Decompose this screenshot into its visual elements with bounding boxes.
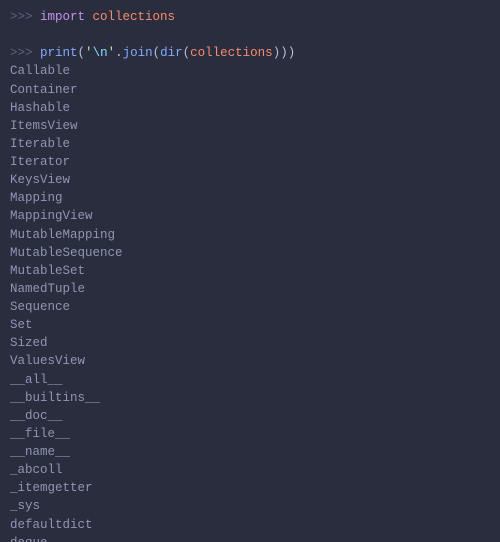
repl-output-line: KeysView: [10, 171, 490, 189]
terminal-output: >>> import collections >>> print('\n'.jo…: [0, 0, 500, 542]
repl-output-line: Sized: [10, 334, 490, 352]
code-token: ': [108, 46, 116, 60]
repl-output-line: __file__: [10, 425, 490, 443]
code-token: print: [40, 46, 78, 60]
repl-output-line: _abcoll: [10, 461, 490, 479]
repl-output-line: MutableMapping: [10, 226, 490, 244]
code-token: join: [123, 46, 153, 60]
repl-prompt: >>>: [10, 10, 40, 24]
repl-output-line: Callable: [10, 62, 490, 80]
repl-output-line: MutableSequence: [10, 244, 490, 262]
repl-output-line: __builtins__: [10, 389, 490, 407]
repl-input-line: >>> import collections: [10, 8, 490, 26]
repl-output-line: Iterable: [10, 135, 490, 153]
repl-output-line: Hashable: [10, 99, 490, 117]
repl-output-line: ValuesView: [10, 352, 490, 370]
code-token: (: [78, 46, 86, 60]
repl-output-line: __all__: [10, 371, 490, 389]
code-token: import: [40, 10, 85, 24]
repl-output-line: MutableSet: [10, 262, 490, 280]
repl-output-line: Set: [10, 316, 490, 334]
repl-output-line: Sequence: [10, 298, 490, 316]
code-token: [85, 10, 93, 24]
code-token: collections: [190, 46, 273, 60]
repl-output-line: defaultdict: [10, 516, 490, 534]
code-token: .: [115, 46, 123, 60]
repl-prompt: >>>: [10, 46, 40, 60]
repl-output-line: __doc__: [10, 407, 490, 425]
repl-output-line: __name__: [10, 443, 490, 461]
code-token: ))): [273, 46, 296, 60]
repl-output-line: Container: [10, 81, 490, 99]
repl-output-line: _itemgetter: [10, 479, 490, 497]
code-token: collections: [93, 10, 176, 24]
repl-output-line: deque: [10, 534, 490, 542]
code-token: (: [153, 46, 161, 60]
code-token: \n: [93, 46, 108, 60]
repl-output-line: Mapping: [10, 189, 490, 207]
repl-output-line: ItemsView: [10, 117, 490, 135]
code-token: ': [85, 46, 93, 60]
code-token: dir: [160, 46, 183, 60]
repl-input-line: >>> print('\n'.join(dir(collections))): [10, 44, 490, 62]
repl-output-line: NamedTuple: [10, 280, 490, 298]
repl-output-line: _sys: [10, 497, 490, 515]
repl-output-line: Iterator: [10, 153, 490, 171]
repl-blank-line: [10, 26, 490, 44]
repl-output-line: MappingView: [10, 207, 490, 225]
